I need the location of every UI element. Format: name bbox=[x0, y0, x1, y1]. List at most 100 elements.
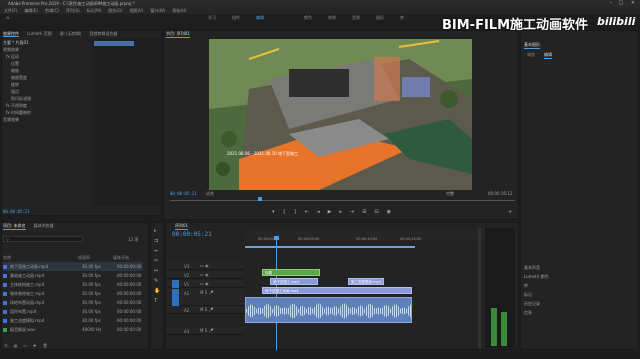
effect-row[interactable]: 防闪烁滤镜 bbox=[3, 96, 91, 103]
menu-item[interactable]: 剪辑(C) bbox=[45, 7, 59, 14]
effect-controls-tab[interactable]: 源: (无剪辑) bbox=[60, 30, 82, 37]
header-name[interactable]: 名称 bbox=[3, 255, 78, 261]
menu-item[interactable]: 图形(G) bbox=[108, 7, 122, 14]
effect-row[interactable]: 视频效果 bbox=[3, 47, 91, 54]
clip-v2b[interactable]: 施工进度模拟.mp4 bbox=[348, 278, 384, 285]
project-item[interactable]: 塔吊布置.mp4 30.00 fps 00:00:00:00 bbox=[3, 307, 143, 316]
workspace-tab[interactable]: 组件 bbox=[232, 15, 240, 21]
project-item[interactable]: 装饰装修施工.mp4 30.00 fps 00:00:00:00 bbox=[3, 289, 143, 298]
type-tool-icon[interactable]: T bbox=[154, 298, 160, 304]
quality-select[interactable]: 完整 bbox=[446, 191, 454, 197]
program-scrubber[interactable] bbox=[170, 200, 515, 201]
timeline-vertical-scrollbar[interactable] bbox=[478, 228, 481, 348]
workspace-tab[interactable]: 编辑 bbox=[256, 15, 264, 21]
timeline-playhead-handle[interactable] bbox=[274, 236, 279, 240]
workspace-tab[interactable]: 学习 bbox=[208, 15, 216, 21]
list-view-icon[interactable]: ☰ bbox=[4, 343, 8, 348]
menu-item[interactable]: 文件(F) bbox=[4, 7, 17, 14]
new-bin-icon[interactable]: ▭ bbox=[23, 343, 27, 348]
menu-item[interactable]: 视图(V) bbox=[129, 7, 143, 14]
track-mute-icon[interactable]: M S 🎤 bbox=[200, 290, 214, 295]
project-item[interactable]: 地下室施工动画.mp4 30.00 fps 00:00:00:00 bbox=[3, 262, 143, 271]
right-panel-item[interactable]: 信息 bbox=[524, 310, 634, 319]
subtab-edit[interactable]: 编辑 bbox=[544, 52, 552, 59]
work-area-bar[interactable] bbox=[245, 246, 415, 248]
track-mute-icon[interactable]: M S 🎤 bbox=[200, 328, 214, 333]
new-item-icon[interactable]: ✚ bbox=[33, 343, 36, 348]
clip-v1[interactable]: 地下室施工动画.mp4 bbox=[262, 287, 412, 294]
project-item[interactable]: 配音解说.wav 48000 Hz 00:00:00:00 bbox=[3, 325, 143, 334]
hand-icon[interactable]: ✋ bbox=[154, 288, 160, 294]
menu-item[interactable]: 序列(S) bbox=[66, 7, 80, 14]
mark-out-icon[interactable]: } bbox=[294, 209, 297, 215]
effect-row[interactable]: 锚点 bbox=[3, 89, 91, 96]
tab-program[interactable]: 节目: 序列01 bbox=[166, 31, 190, 38]
timeline-ruler[interactable] bbox=[245, 230, 515, 240]
close-icon[interactable]: × bbox=[628, 0, 638, 7]
ripple-edit-icon[interactable]: ⟛ bbox=[154, 248, 160, 254]
workspace-tab[interactable]: 效果 bbox=[328, 15, 336, 21]
timeline-playhead[interactable] bbox=[276, 238, 277, 350]
maximize-icon[interactable]: □ bbox=[616, 0, 626, 7]
clip-v2[interactable]: 地下室施工.mp4 bbox=[270, 278, 318, 285]
audio-clip-a1[interactable] bbox=[245, 297, 412, 323]
clip-title[interactable]: 标题 bbox=[262, 269, 320, 276]
overwrite-icon[interactable]: ⊟ bbox=[374, 209, 378, 215]
menu-item[interactable]: 帮助(H) bbox=[172, 7, 186, 14]
project-item[interactable]: 主体结构施工.mp4 30.00 fps 00:00:00:00 bbox=[3, 280, 143, 289]
track-target-toggle[interactable] bbox=[172, 289, 179, 306]
minimize-icon[interactable]: – bbox=[606, 0, 616, 7]
insert-icon[interactable]: ⊞ bbox=[362, 209, 366, 215]
subtab-browse[interactable]: 浏览 bbox=[527, 52, 535, 58]
track-visibility-icon[interactable]: ▭ ◉ bbox=[200, 272, 209, 277]
zoom-select[interactable]: 适合 bbox=[206, 191, 214, 197]
effect-controls-tab[interactable]: Lumetri 范围 bbox=[27, 30, 52, 37]
track-mute-icon[interactable]: M S 🎤 bbox=[200, 307, 214, 312]
play-icon[interactable]: ▶ bbox=[328, 209, 332, 215]
effect-row[interactable]: 音频效果 bbox=[3, 117, 91, 124]
menu-item[interactable]: 标记(M) bbox=[87, 7, 102, 14]
workspace-tab[interactable]: 颜色 bbox=[304, 15, 312, 21]
track-select-icon[interactable]: ⇉ bbox=[154, 238, 160, 244]
project-tab[interactable]: 项目: 未命名 bbox=[3, 223, 26, 230]
effect-controls-tab[interactable]: 音频剪辑混合器 bbox=[89, 30, 117, 37]
right-panel-item[interactable]: 基本声音 bbox=[524, 265, 634, 274]
right-panel-item[interactable]: 标记 bbox=[524, 292, 634, 301]
mark-in-icon[interactable]: { bbox=[283, 209, 286, 215]
track-visibility-icon[interactable]: ▭ ◉ bbox=[200, 263, 209, 268]
trash-icon[interactable]: 🗑 bbox=[43, 343, 48, 348]
project-search-input[interactable]: ⚲ bbox=[3, 236, 83, 242]
go-to-out-icon[interactable]: ⇥ bbox=[350, 209, 354, 215]
razor-icon[interactable]: ✂ bbox=[154, 258, 160, 264]
effect-row[interactable]: 缩放 bbox=[3, 68, 91, 75]
right-panel-item[interactable]: 库 bbox=[524, 283, 634, 292]
go-to-in-icon[interactable]: ⇤ bbox=[305, 209, 309, 215]
project-item[interactable]: 场地布置动画.mp4 30.00 fps 00:00:00:00 bbox=[3, 298, 143, 307]
effect-row[interactable]: fx 不透明度 bbox=[3, 103, 91, 110]
marker-icon[interactable]: ▾ bbox=[272, 209, 275, 215]
project-tab[interactable]: 媒体浏览器 bbox=[34, 223, 54, 230]
header-start[interactable]: 媒体开始 bbox=[113, 255, 129, 261]
tab-essential-graphics[interactable]: 基本图形 bbox=[524, 42, 540, 49]
menu-item[interactable]: 编辑(E) bbox=[24, 7, 38, 14]
project-item[interactable]: 基础施工动画.mp4 30.00 fps 00:00:00:00 bbox=[3, 271, 143, 280]
selection-tool-icon[interactable]: ▸ bbox=[154, 228, 160, 234]
home-icon[interactable]: ⌂ bbox=[6, 15, 9, 21]
add-button-icon[interactable]: + bbox=[508, 209, 512, 215]
effect-row[interactable]: fx 时间重映射 bbox=[3, 110, 91, 117]
menu-item[interactable]: 窗口(W) bbox=[150, 7, 165, 14]
pen-icon[interactable]: ✎ bbox=[154, 278, 160, 284]
workspace-tab[interactable]: 库 bbox=[400, 15, 404, 21]
track-target-toggle[interactable] bbox=[172, 280, 179, 288]
slip-icon[interactable]: ↔ bbox=[154, 268, 160, 274]
export-frame-icon[interactable]: ◉ bbox=[387, 209, 391, 215]
step-forward-icon[interactable]: ▸ bbox=[339, 209, 342, 215]
tab-sequence[interactable]: 序列01 bbox=[175, 223, 189, 230]
header-rate[interactable]: 帧速率 bbox=[78, 255, 113, 261]
right-panel-item[interactable]: 历史记录 bbox=[524, 301, 634, 310]
step-back-icon[interactable]: ◂ bbox=[317, 209, 320, 215]
workspace-tab[interactable]: 音频 bbox=[352, 15, 360, 21]
effect-controls-tab[interactable]: 效果控件 bbox=[3, 30, 19, 37]
right-panel-item[interactable]: Lumetri 颜色 bbox=[524, 274, 634, 283]
effect-row[interactable]: 主要 * 片段01 bbox=[3, 40, 91, 47]
